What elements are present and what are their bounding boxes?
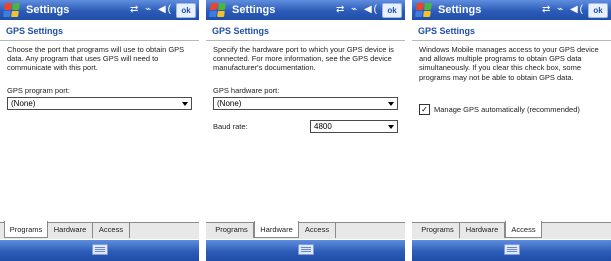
tab-access[interactable]: Access [505,221,542,238]
keyboard-icon[interactable] [503,244,520,255]
dropdown-value: 4800 [314,122,332,131]
windows-flag-icon[interactable] [415,3,432,17]
dropdown-arrow-icon [182,102,188,106]
dropdown-arrow-icon [388,102,394,106]
tab-programs[interactable]: Programs [210,223,254,238]
tab-hardware[interactable]: Hardware [48,223,93,238]
ok-button[interactable]: ok [176,3,196,18]
ok-button[interactable]: ok [588,3,608,18]
tab-hardware[interactable]: Hardware [254,221,299,238]
menu-bar [412,240,611,261]
app-title: Settings [438,4,482,16]
page-title: GPS Settings [212,26,270,36]
menu-bar [0,240,199,261]
tab-bar: Programs Hardware Access [0,221,199,239]
page-title: GPS Settings [418,26,476,36]
tab-hardware[interactable]: Hardware [460,223,505,238]
dropdown-value: (None) [217,99,242,108]
divider [206,40,405,41]
description-text: Choose the port that programs will use t… [7,45,185,73]
tab-access[interactable]: Access [299,223,336,238]
description-text: Windows Mobile manages access to your GP… [419,45,599,82]
gps-program-port-dropdown[interactable]: (None) [7,97,192,110]
gps-hardware-port-dropdown[interactable]: (None) [213,97,398,110]
tab-programs[interactable]: Programs [4,221,48,238]
manage-gps-checkbox-label[interactable]: Manage GPS automatically (recommended) [434,105,580,114]
manage-gps-checkbox[interactable]: ✓ [419,104,430,115]
app-title: Settings [232,4,276,16]
baud-rate-dropdown[interactable]: 4800 [310,120,398,133]
screen-programs: Settings ⇄ ⌁ ◀( ok GPS Settings Choose t… [0,0,199,261]
gps-hardware-port-label: GPS hardware port: [213,86,280,95]
title-bar: Settings ⇄ ⌁ ◀( ok [206,0,405,20]
screen-access: Settings ⇄ ⌁ ◀( ok GPS Settings Windows … [412,0,611,261]
tab-bar: Programs Hardware Access [412,221,611,239]
keyboard-icon[interactable] [297,244,314,255]
status-icons[interactable]: ⇄ ⌁ ◀( [542,4,585,15]
dropdown-arrow-icon [388,125,394,129]
tab-programs[interactable]: Programs [416,223,460,238]
page-title: GPS Settings [6,26,64,36]
tab-bar: Programs Hardware Access [206,221,405,239]
divider [0,40,199,41]
screen-hardware: Settings ⇄ ⌁ ◀( ok GPS Settings Specify … [206,0,405,261]
status-icons[interactable]: ⇄ ⌁ ◀( [130,4,173,15]
baud-rate-label: Baud rate: [213,122,248,131]
description-text: Specify the hardware port to which your … [213,45,394,73]
tab-access[interactable]: Access [93,223,130,238]
divider [412,40,611,41]
gps-program-port-label: GPS program port: [7,86,70,95]
windows-flag-icon[interactable] [3,3,20,17]
dropdown-value: (None) [11,99,36,108]
title-bar: Settings ⇄ ⌁ ◀( ok [0,0,199,20]
app-title: Settings [26,4,70,16]
windows-flag-icon[interactable] [209,3,226,17]
menu-bar [206,240,405,261]
keyboard-icon[interactable] [91,244,108,255]
ok-button[interactable]: ok [382,3,402,18]
title-bar: Settings ⇄ ⌁ ◀( ok [412,0,611,20]
status-icons[interactable]: ⇄ ⌁ ◀( [336,4,379,15]
